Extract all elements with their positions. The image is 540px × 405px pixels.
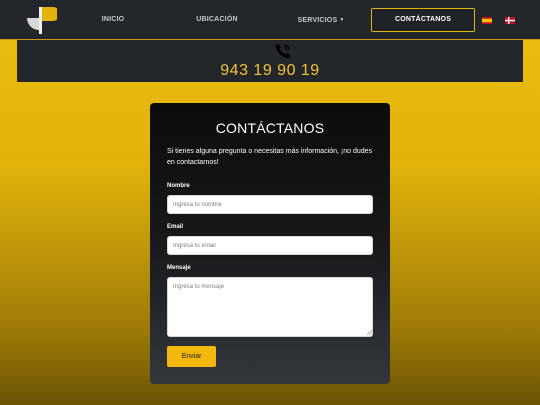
message-label: Mensaje: [167, 265, 191, 271]
denmark-flag-icon[interactable]: [505, 17, 515, 24]
logo-icon[interactable]: [25, 5, 57, 35]
phone-number[interactable]: 943 19 90 19: [17, 62, 523, 80]
chevron-down-icon: ▼: [339, 17, 345, 23]
phone-icon: [275, 44, 291, 59]
email-input[interactable]: [167, 236, 373, 255]
name-input[interactable]: [167, 195, 373, 214]
nav-item-ubicacion[interactable]: UBICACIÓN: [193, 0, 241, 40]
contact-form-card: CONTÁCTANOS Si tienes alguna pregunta o …: [150, 103, 390, 384]
spain-flag-icon[interactable]: [482, 17, 492, 24]
nav-item-inicio[interactable]: INICIO: [95, 0, 131, 40]
phone-banner: 943 19 90 19: [17, 40, 523, 82]
resize-grip-icon[interactable]: [366, 329, 372, 335]
submit-button[interactable]: Enviar: [167, 346, 216, 367]
nav-item-servicios-label: SERVICIOS: [297, 17, 338, 24]
nav-item-contactanos[interactable]: CONTÁCTANOS: [371, 8, 475, 32]
form-intro-text: Si tienes alguna pregunta o necesitas má…: [167, 148, 373, 166]
top-navbar: INICIO UBICACIÓN SERVICIOS ▼ CONTÁCTANOS: [0, 0, 540, 40]
email-label: Email: [167, 224, 184, 230]
name-label: Nombre: [167, 183, 190, 189]
nav-item-servicios[interactable]: SERVICIOS ▼: [292, 0, 350, 40]
form-title: CONTÁCTANOS: [215, 120, 325, 136]
message-textarea[interactable]: [167, 277, 373, 337]
